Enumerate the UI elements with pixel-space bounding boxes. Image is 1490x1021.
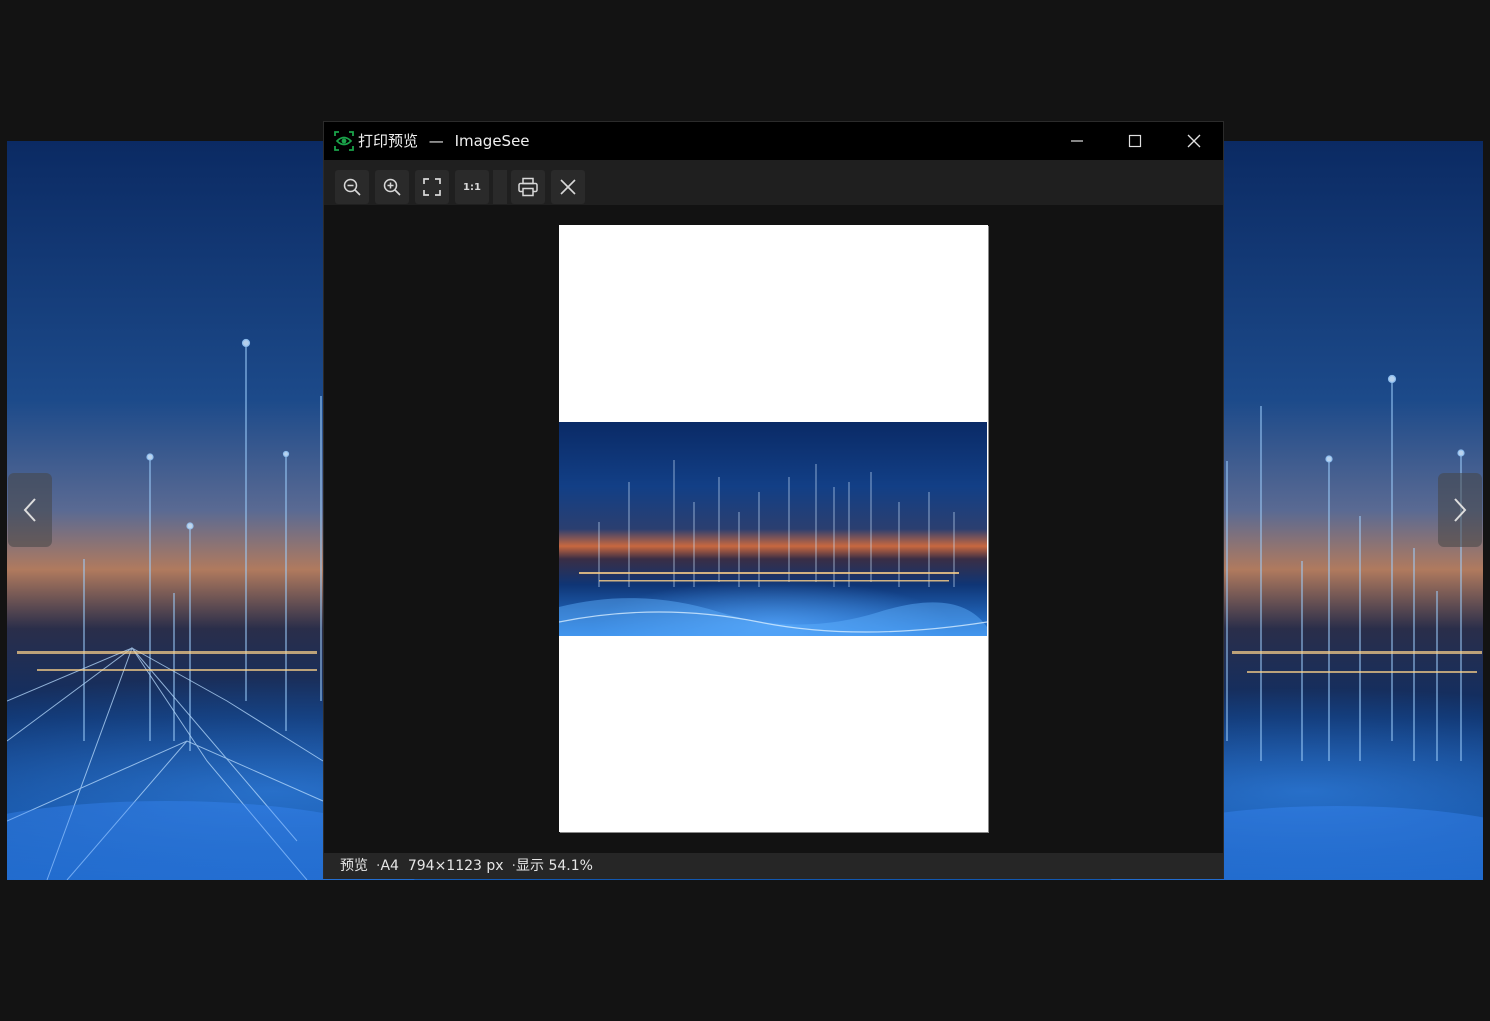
fit-to-window-button[interactable]	[415, 170, 449, 204]
toolbar: 1:1	[324, 160, 1223, 205]
city-lights-thumbnail	[559, 460, 987, 636]
status-paper: A4	[380, 858, 399, 874]
actual-size-button[interactable]: 1:1	[455, 170, 489, 204]
chevron-left-icon	[23, 498, 36, 522]
printer-icon	[518, 177, 538, 197]
title-app: 打印预览	[358, 132, 419, 150]
status-size: 794×1123 px	[407, 858, 504, 874]
title-name: ImageSee	[454, 132, 530, 150]
maximize-button[interactable]	[1106, 122, 1164, 160]
fullscreen-icon	[423, 178, 441, 196]
window-title: 打印预览 — ImageSee	[358, 131, 530, 151]
previous-image-button[interactable]	[8, 473, 52, 547]
image-viewer: 打印预览 — ImageSee 1:1 预览 ·A4 794×1123 px ·…	[0, 0, 1490, 1021]
maximize-icon	[1128, 134, 1142, 148]
actual-size-label: 1:1	[463, 181, 481, 193]
status-zoom: 显示 54.1%	[516, 858, 593, 874]
title-separator: —	[428, 132, 444, 150]
zoom-out-icon	[343, 178, 361, 196]
zoom-in-button[interactable]	[375, 170, 409, 204]
status-mode: 预览	[340, 858, 368, 874]
close-icon	[1187, 134, 1201, 148]
next-image-button[interactable]	[1438, 473, 1482, 547]
close-icon	[560, 179, 576, 195]
a4-page-preview	[559, 225, 988, 832]
zoom-out-button[interactable]	[335, 170, 369, 204]
print-preview-dialog: 打印预览 — ImageSee 1:1 预览 ·A4 794×1123 px ·…	[323, 121, 1224, 879]
print-button[interactable]	[511, 170, 545, 204]
preview-canvas[interactable]	[324, 205, 1223, 853]
title-bar[interactable]: 打印预览 — ImageSee	[324, 122, 1223, 160]
close-preview-button[interactable]	[551, 170, 585, 204]
minimize-icon	[1071, 140, 1083, 142]
minimize-button[interactable]	[1048, 122, 1106, 160]
close-window-button[interactable]	[1165, 122, 1223, 160]
app-eye-icon	[334, 131, 354, 151]
status-bar: 预览 ·A4 794×1123 px ·显示 54.1%	[324, 853, 1223, 879]
printed-image-preview	[559, 422, 987, 636]
zoom-in-icon	[383, 178, 401, 196]
toolbar-separator	[493, 170, 507, 204]
chevron-right-icon	[1454, 498, 1467, 522]
